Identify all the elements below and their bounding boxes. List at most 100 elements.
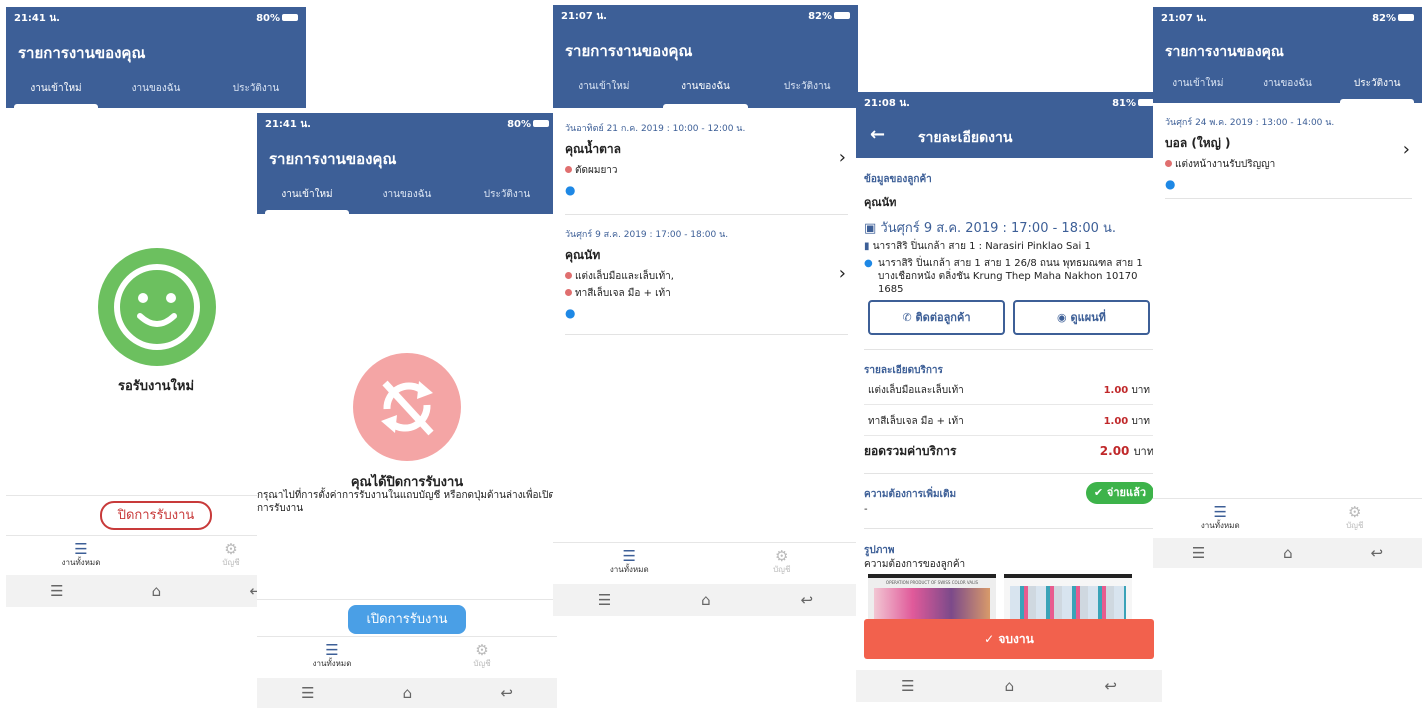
list-icon: ☰ bbox=[1213, 503, 1227, 521]
menu-icon[interactable]: ☰ bbox=[1192, 544, 1205, 562]
view-map-button[interactable]: ◉ ดูแผนที่ bbox=[1013, 300, 1150, 335]
nav-all-jobs[interactable]: ☰ งานทั้งหมด bbox=[1153, 499, 1288, 540]
tab-history[interactable]: ประวัติงาน bbox=[1332, 69, 1422, 103]
paid-badge: ✔ จ่ายแล้ว bbox=[1085, 482, 1154, 504]
battery-icon bbox=[1138, 99, 1154, 106]
nav-all-jobs[interactable]: ☰ งานทั้งหมด bbox=[553, 543, 706, 584]
photo-caption: OPERATION PRODUCT OF SWISS COLOR VALIS bbox=[885, 580, 979, 585]
list-icon: ☰ bbox=[622, 547, 636, 565]
back-icon[interactable]: ↩ bbox=[1371, 544, 1384, 562]
open-receiving-button[interactable]: เปิดการรับงาน bbox=[348, 605, 466, 634]
customer-name: คุณนัท bbox=[565, 248, 601, 262]
nav-all-jobs[interactable]: ☰ งานทั้งหมด bbox=[257, 637, 407, 678]
page-title: รายการงานของคุณ bbox=[6, 29, 306, 74]
divider bbox=[864, 349, 1154, 350]
close-receiving-button[interactable]: ปิดการรับงาน bbox=[100, 501, 212, 530]
back-arrow-icon[interactable]: ← bbox=[870, 124, 885, 145]
divider bbox=[864, 528, 1154, 529]
menu-icon[interactable]: ☰ bbox=[301, 684, 314, 702]
home-icon[interactable]: ⌂ bbox=[701, 591, 711, 609]
menu-icon[interactable]: ☰ bbox=[50, 582, 63, 600]
home-icon[interactable]: ⌂ bbox=[1005, 677, 1015, 695]
job-datetime: วันอาทิตย์ 21 ก.ค. 2019 : 10:00 - 12:00 … bbox=[565, 124, 746, 134]
nav-account[interactable]: ⚙ บัญชี bbox=[407, 637, 557, 678]
home-icon[interactable]: ⌂ bbox=[152, 582, 162, 600]
nav-account[interactable]: ⚙ บัญชี bbox=[1288, 499, 1422, 540]
battery-icon bbox=[1398, 14, 1414, 21]
job-card[interactable]: วันศุกร์ 9 ส.ค. 2019 : 17:00 - 18:00 น. … bbox=[565, 223, 848, 335]
location-pin-icon: ● bbox=[1165, 177, 1176, 191]
home-icon[interactable]: ⌂ bbox=[1283, 544, 1293, 562]
check-icon: ✓ bbox=[984, 632, 999, 646]
battery-icon bbox=[834, 12, 850, 19]
tab-bar: งานเข้าใหม่ งานของฉัน ประวัติงาน bbox=[6, 74, 306, 108]
home-icon[interactable]: ⌂ bbox=[403, 684, 413, 702]
photo-thumbnail[interactable] bbox=[1004, 574, 1132, 624]
battery-icon bbox=[282, 14, 298, 21]
menu-icon[interactable]: ☰ bbox=[901, 677, 914, 695]
status-time: 21:41 น. bbox=[14, 12, 60, 24]
tab-history[interactable]: ประวัติงาน bbox=[206, 74, 306, 108]
list-icon: ☰ bbox=[74, 540, 88, 558]
contact-customer-button[interactable]: ✆ ติดต่อลูกค้า bbox=[868, 300, 1005, 335]
bottom-nav: ☰ งานทั้งหมด ⚙ บัญชี bbox=[257, 636, 557, 678]
nail-photo bbox=[874, 588, 990, 622]
battery-level: 80% bbox=[256, 12, 280, 24]
tab-new[interactable]: งานเข้าใหม่ bbox=[1153, 69, 1243, 103]
nav-all-jobs[interactable]: ☰ งานทั้งหมด bbox=[6, 536, 156, 577]
service-row: แต่งเล็บมือและเล็บเท้า 1.00 บาท bbox=[864, 380, 1154, 405]
service-item: แต่งหน้างานรับปริญญา bbox=[1165, 157, 1412, 172]
back-icon[interactable]: ↩ bbox=[500, 684, 513, 702]
check-circle-icon: ✔ bbox=[1093, 486, 1107, 499]
status-time: 21:07 น. bbox=[1161, 12, 1207, 24]
job-card[interactable]: วันศุกร์ 24 พ.ค. 2019 : 13:00 - 14:00 น.… bbox=[1165, 111, 1412, 199]
tab-mine[interactable]: งานของฉัน bbox=[357, 180, 457, 214]
battery-level: 82% bbox=[808, 10, 832, 22]
chevron-right-icon: › bbox=[838, 147, 846, 168]
menu-icon[interactable]: ☰ bbox=[598, 591, 611, 609]
tab-history[interactable]: ประวัติงาน bbox=[457, 180, 557, 214]
dot-icon bbox=[1165, 160, 1172, 167]
customer-name: คุณน้ำตาล bbox=[565, 142, 621, 156]
open-footer: เปิดการรับงาน bbox=[257, 599, 557, 636]
tab-mine[interactable]: งานของฉัน bbox=[1243, 69, 1333, 103]
battery-icon bbox=[533, 120, 549, 127]
customer-name: บอล (ใหญ่ ) bbox=[1165, 136, 1231, 150]
tab-new[interactable]: งานเข้าใหม่ bbox=[6, 74, 106, 108]
status-bar: 21:41 น. 80% bbox=[6, 7, 306, 29]
service-item: แต่งเล็บมือและเล็บเท้า, bbox=[565, 269, 848, 284]
tab-mine[interactable]: งานของฉัน bbox=[106, 74, 206, 108]
building-icon: ▮ bbox=[864, 241, 873, 252]
status-bar: 21:07 น. 82% bbox=[1153, 7, 1422, 29]
system-nav: ☰ ⌂ ↩ bbox=[856, 670, 1162, 702]
gear-icon: ⚙ bbox=[475, 641, 489, 659]
status-bar: 21:07 น. 82% bbox=[553, 5, 858, 27]
nav-account[interactable]: ⚙ บัญชี bbox=[706, 543, 859, 584]
job-card[interactable]: วันอาทิตย์ 21 ก.ค. 2019 : 10:00 - 12:00 … bbox=[565, 117, 848, 215]
tab-new[interactable]: งานเข้าใหม่ bbox=[257, 180, 357, 214]
total-row: ยอดรวมค่าบริการ 2.00 บาท bbox=[864, 442, 1154, 474]
photo-section-title: รูปภาพ bbox=[864, 545, 895, 556]
system-nav: ☰ ⌂ ↩ bbox=[1153, 538, 1422, 568]
tab-new[interactable]: งานเข้าใหม่ bbox=[553, 72, 655, 108]
screen-my-jobs: 21:07 น. 82% รายการงานของคุณ งานเข้าใหม่ … bbox=[553, 5, 858, 616]
location-pin-icon: ● bbox=[864, 258, 873, 269]
finish-job-button[interactable]: ✓ จบงาน bbox=[864, 619, 1154, 659]
location-pin-icon: ● bbox=[565, 306, 576, 320]
status-time: 21:08 น. bbox=[864, 97, 910, 109]
photo-thumbnail[interactable]: OPERATION PRODUCT OF SWISS COLOR VALIS bbox=[868, 574, 996, 624]
customer-name: คุณนัท bbox=[864, 196, 897, 209]
back-icon[interactable]: ↩ bbox=[1104, 677, 1117, 695]
building-line: ▮ นาราสิริ ปิ่นเกล้า สาย 1 : Narasiri Pi… bbox=[864, 241, 1091, 252]
bottom-nav: ☰ งานทั้งหมด ⚙ บัญชี bbox=[1153, 498, 1422, 540]
job-datetime: วันศุกร์ 24 พ.ค. 2019 : 13:00 - 14:00 น. bbox=[1165, 118, 1335, 128]
tab-mine[interactable]: งานของฉัน bbox=[655, 72, 757, 108]
tab-bar: งานเข้าใหม่ งานของฉัน ประวัติงาน bbox=[1153, 69, 1422, 103]
system-nav: ☰ ⌂ ↩ bbox=[553, 584, 858, 616]
back-icon[interactable]: ↩ bbox=[801, 591, 814, 609]
battery-level: 80% bbox=[507, 118, 531, 130]
tab-history[interactable]: ประวัติงาน bbox=[756, 72, 858, 108]
job-datetime: ▣ วันศุกร์ 9 ส.ค. 2019 : 17:00 - 18:00 น… bbox=[864, 221, 1117, 236]
dot-icon bbox=[565, 272, 572, 279]
system-nav: ☰ ⌂ ↩ bbox=[257, 678, 557, 708]
